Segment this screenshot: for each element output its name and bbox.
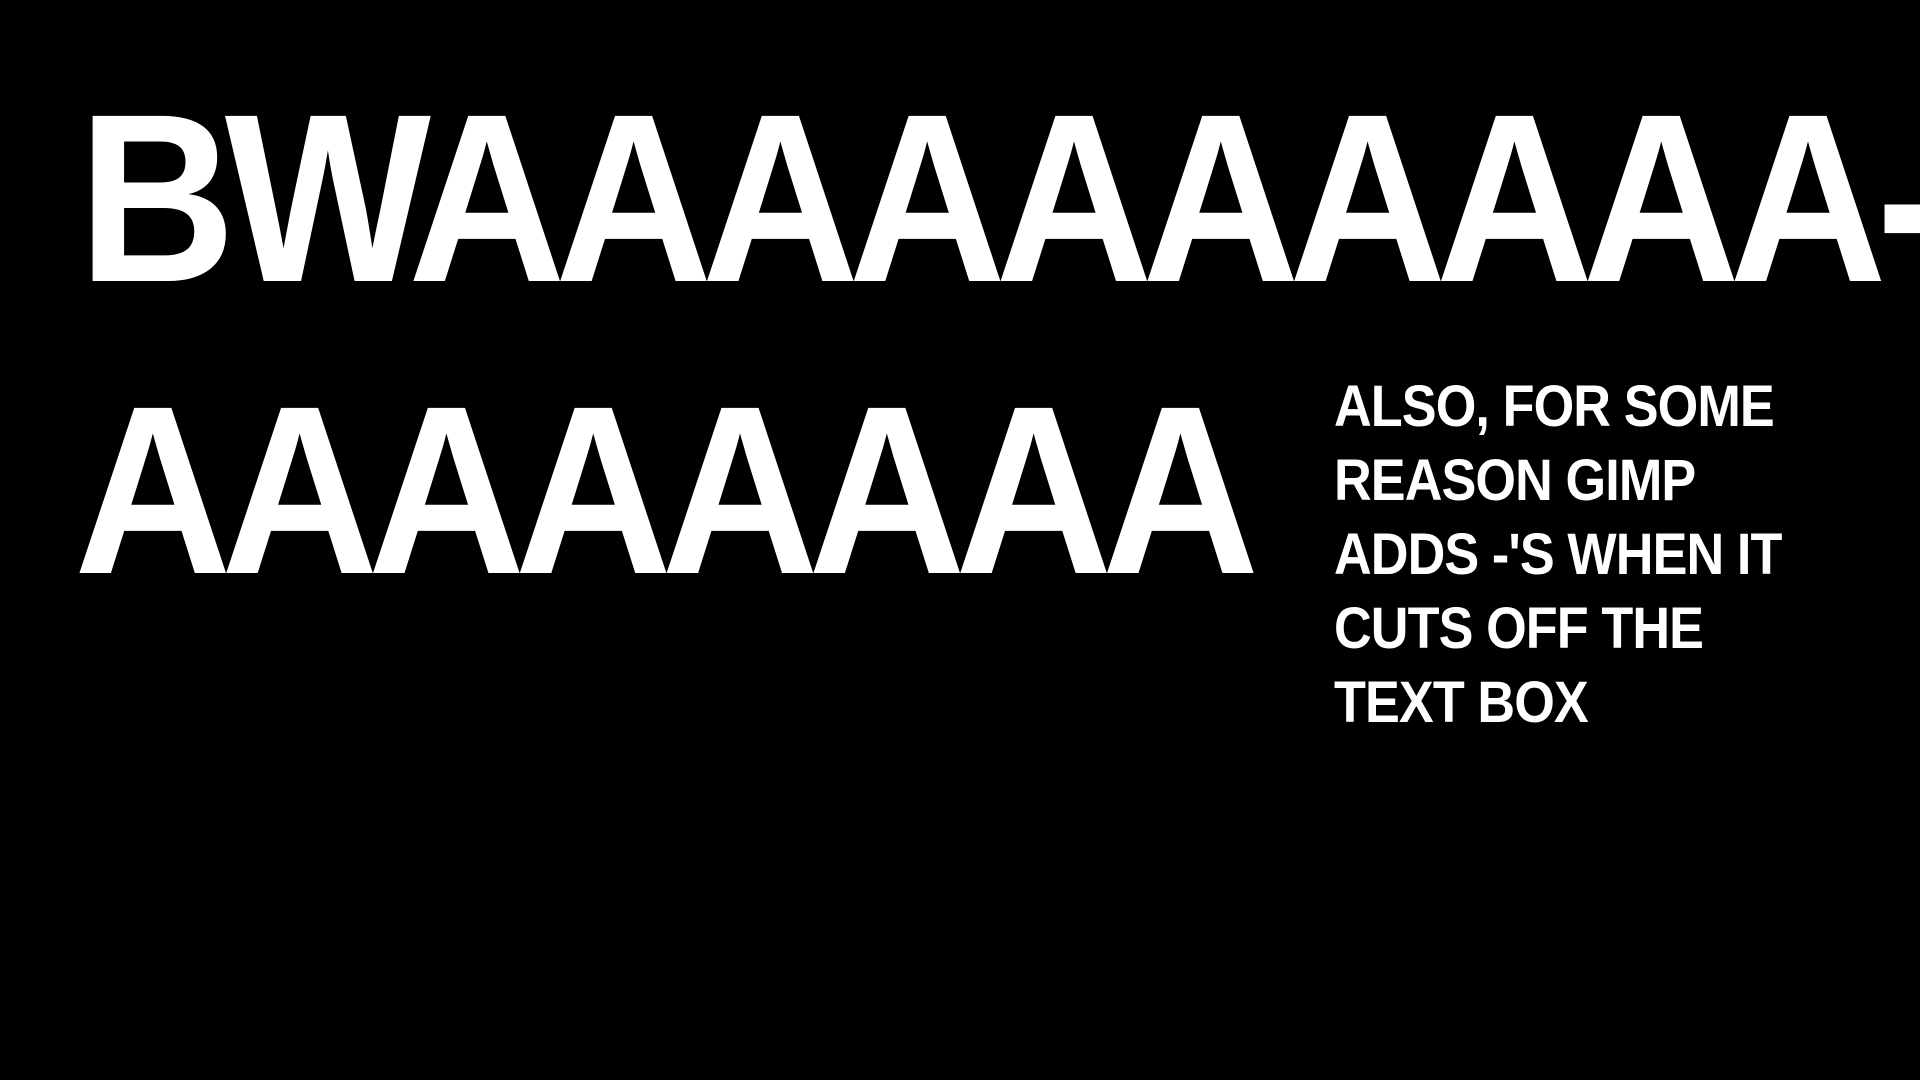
side-note-line: TEXT BOX — [1334, 670, 1589, 735]
side-note-line: ALSO, FOR SOME — [1334, 374, 1775, 439]
big-text-line-2: AAAAAAAA — [74, 356, 1259, 624]
big-text-line-1: BWAAAAAAAAAA- — [78, 64, 1920, 332]
side-note-line: ADDS -'S WHEN IT — [1334, 522, 1782, 587]
side-note: ALSO, FOR SOME REASON GIMP ADDS -'S WHEN… — [1334, 370, 1802, 740]
side-note-line: REASON GIMP — [1334, 448, 1696, 513]
side-note-line: CUTS OFF THE — [1334, 596, 1704, 661]
